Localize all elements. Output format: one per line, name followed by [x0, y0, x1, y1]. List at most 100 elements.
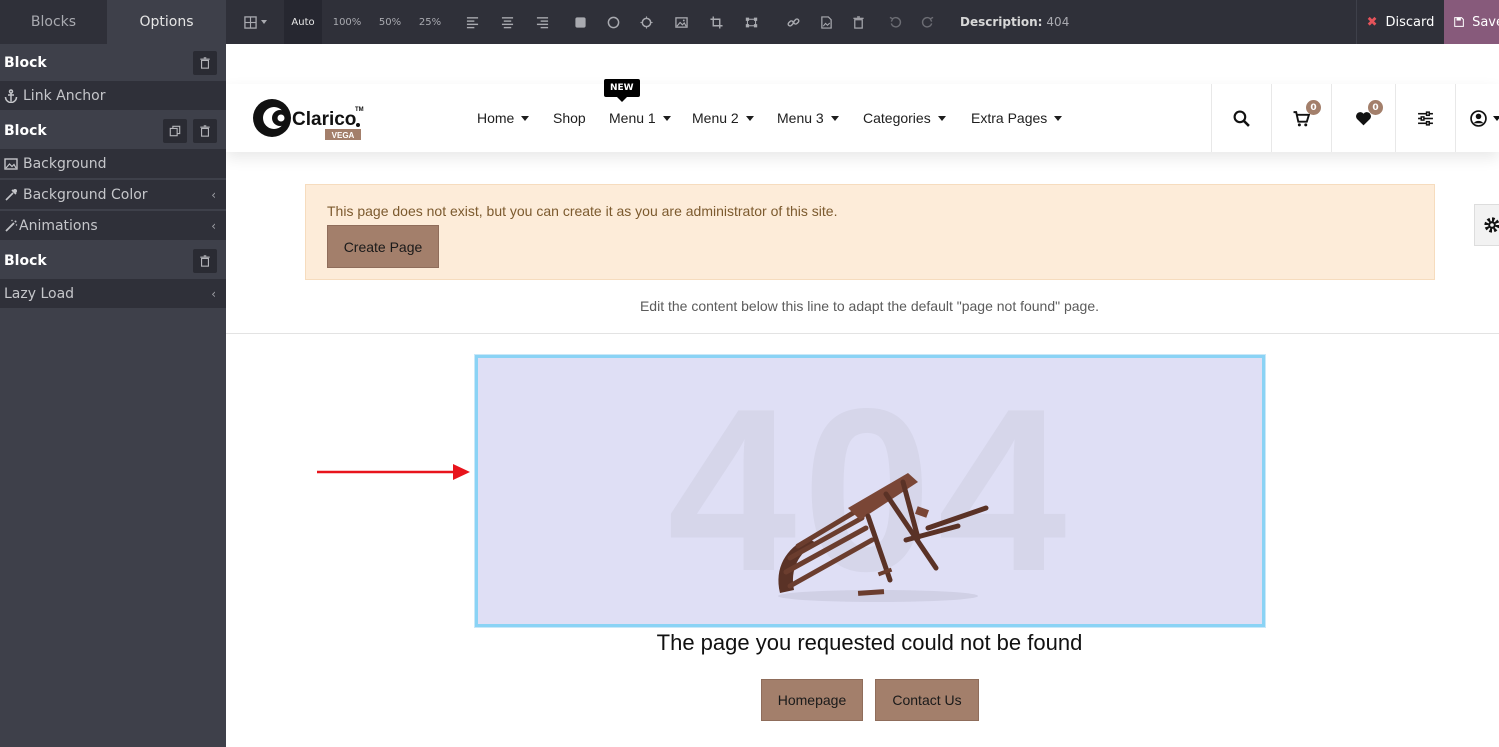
remove-block-button[interactable] [193, 118, 217, 143]
block-title: Block [4, 122, 47, 139]
image-file-button[interactable] [818, 0, 834, 44]
menu-shop[interactable]: Shop [553, 84, 586, 152]
menu-1[interactable]: Menu 1 [609, 84, 671, 152]
logo-sub: VEGA [332, 131, 355, 140]
editor-toolbar: Blocks Options Auto 100% 50% 25% Descrip… [0, 0, 1499, 44]
filters-button[interactable] [1395, 84, 1455, 152]
replace-image-button[interactable] [672, 0, 690, 44]
cart-count-badge: 0 [1306, 100, 1321, 115]
chevron-down-icon [260, 20, 267, 24]
caret-down-icon [1493, 115, 1499, 121]
menu-home[interactable]: Home [477, 84, 530, 152]
transform-icon [745, 17, 757, 27]
red-arrow-annotation [317, 464, 470, 480]
tab-options[interactable]: Options [107, 0, 226, 44]
duplicate-block-button[interactable] [163, 118, 187, 143]
remove-block-button[interactable] [193, 50, 217, 75]
option-label: Background [23, 155, 107, 172]
menu-label: Menu 1 [609, 110, 656, 126]
logo-tm: TM [355, 107, 364, 113]
option-background-color[interactable]: Background Color ‹ [0, 180, 226, 211]
save-button[interactable]: Save [1444, 0, 1499, 44]
remove-block-button[interactable] [193, 248, 217, 273]
copy-icon [169, 125, 181, 136]
crop-button[interactable] [708, 0, 724, 44]
cart-button[interactable]: 0 [1271, 84, 1331, 152]
chevron-left-icon: ‹ [211, 286, 216, 301]
sliders-icon [1418, 110, 1433, 126]
search-icon [1233, 110, 1250, 127]
menu-extra-pages[interactable]: Extra Pages [971, 84, 1063, 152]
menu-2[interactable]: Menu 2 [692, 84, 754, 152]
align-right-icon [536, 16, 548, 28]
size-25-button[interactable]: 25% [414, 0, 446, 44]
homepage-button[interactable]: Homepage [761, 679, 863, 721]
close-icon: ✖ [1366, 14, 1378, 30]
grid-icon [243, 15, 257, 29]
size-50-button[interactable]: 50% [374, 0, 406, 44]
floppy-icon [1454, 17, 1464, 27]
discard-label: Discard [1385, 14, 1435, 30]
link-button[interactable] [785, 0, 801, 44]
crop-icon [709, 15, 723, 29]
option-background[interactable]: Background [0, 149, 226, 180]
clarico-logo[interactable]: Clarico TM VEGA [252, 94, 367, 144]
circle-icon [607, 16, 619, 28]
file-image-icon [820, 15, 832, 29]
wishlist-count-badge: 0 [1368, 100, 1383, 115]
transform-button[interactable] [741, 0, 761, 44]
page-settings-tab[interactable] [1474, 204, 1499, 246]
grid-dropdown-button[interactable] [238, 0, 272, 44]
wishlist-button[interactable]: 0 [1331, 84, 1395, 152]
trash-icon [200, 124, 210, 137]
shadow-button[interactable] [638, 0, 654, 44]
menu-label: Menu 2 [692, 110, 739, 126]
edit-instruction-text: Edit the content below this line to adap… [639, 298, 1100, 314]
discard-button[interactable]: ✖ Discard [1356, 0, 1444, 44]
description-label: Description: [960, 15, 1043, 29]
user-icon [1470, 109, 1487, 127]
block-title: Block [4, 252, 47, 269]
selected-404-image[interactable]: 404 [475, 355, 1265, 627]
block-header: Block [0, 112, 226, 149]
shape-rounded-button[interactable] [572, 0, 588, 44]
option-label: Link Anchor [23, 87, 106, 104]
eyedropper-icon [5, 188, 17, 201]
option-label: Animations [19, 217, 98, 234]
square-icon [574, 16, 586, 28]
block-header: Block [0, 44, 226, 81]
menu-label: Menu 3 [777, 110, 824, 126]
size-auto-button[interactable]: Auto [284, 0, 322, 44]
gear-icon [1484, 217, 1499, 233]
redo-icon [921, 16, 933, 28]
tab-blocks[interactable]: Blocks [0, 0, 107, 44]
save-label: Save [1472, 14, 1499, 30]
menu-label: Shop [553, 110, 586, 126]
contact-us-button[interactable]: Contact Us [875, 679, 979, 721]
trash-icon [852, 15, 864, 29]
redo-button[interactable] [919, 0, 935, 44]
create-page-button[interactable]: Create Page [327, 225, 439, 268]
option-link-anchor[interactable]: Link Anchor [0, 81, 226, 112]
option-lazy-load[interactable]: Lazy Load ‹ [0, 279, 226, 310]
menu-3[interactable]: Menu 3 [777, 84, 839, 152]
delete-image-button[interactable] [850, 0, 866, 44]
anchor-icon [4, 88, 18, 103]
panel-tabs: Blocks Options [0, 0, 226, 44]
align-center-button[interactable] [499, 0, 515, 44]
search-button[interactable] [1211, 84, 1271, 152]
description-value: 404 [1046, 15, 1070, 29]
broken-chair-illustration [778, 473, 989, 602]
align-right-button[interactable] [534, 0, 550, 44]
option-label: Lazy Load [4, 285, 75, 302]
align-left-button[interactable] [464, 0, 480, 44]
menu-categories[interactable]: Categories [863, 84, 946, 152]
content-divider [226, 333, 1499, 334]
size-100-button[interactable]: 100% [330, 0, 364, 44]
undo-button[interactable] [887, 0, 903, 44]
option-animations[interactable]: Animations ‹ [0, 211, 226, 242]
user-menu-button[interactable] [1455, 84, 1499, 152]
image-description[interactable]: Description: 404 [960, 0, 1069, 44]
logo-text: Clarico [292, 109, 356, 130]
shape-circle-button[interactable] [605, 0, 621, 44]
